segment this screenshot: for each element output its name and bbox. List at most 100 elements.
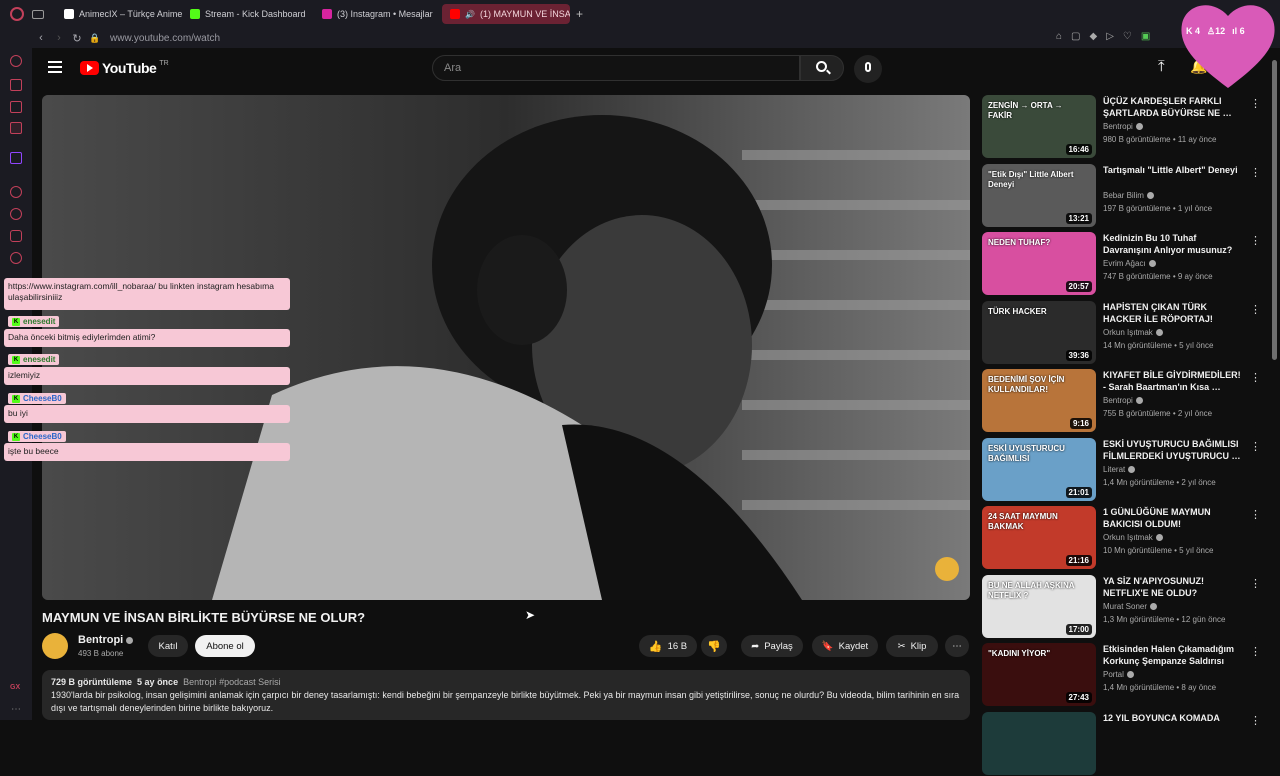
recommendation-title[interactable]: HAPİSTEN ÇIKAN TÜRK HACKER İLE RÖPORTAJ!: [1103, 301, 1243, 325]
recommendation-item[interactable]: "KADINI YİYOR" 27:43 Etkisinden Halen Çıka…: [982, 643, 1272, 707]
recommendation-thumbnail[interactable]: TÜRK HACKER 39:36: [982, 301, 1096, 364]
upload-icon[interactable]: ⤒: [1158, 58, 1165, 75]
sidebar-settings-icon[interactable]: [10, 252, 22, 264]
recommendation-item[interactable]: TÜRK HACKER 39:36 HAPİSTEN ÇIKAN TÜRK HACK…: [982, 301, 1272, 365]
more-options-icon[interactable]: ⋮: [1250, 97, 1261, 110]
mouse-cursor-icon: ➤: [525, 608, 536, 622]
more-options-icon[interactable]: ⋮: [1250, 234, 1261, 247]
recommendation-title[interactable]: Tartışmalı "Little Albert" Deneyi: [1103, 164, 1243, 176]
recommendation-title[interactable]: Kedinizin Bu 10 Tuhaf Davranışını Anlıyo…: [1103, 232, 1243, 256]
extension-badge-icon[interactable]: ▣: [1141, 31, 1150, 42]
sidebar-more-icon[interactable]: ⋯: [11, 704, 21, 715]
more-options-icon[interactable]: ⋮: [1250, 166, 1261, 179]
recommendation-title[interactable]: ESKİ UYUŞTURUCU BAĞIMLISI FİLMLERDEKİ UY…: [1103, 438, 1243, 462]
recommendation-item[interactable]: NEDEN TUHAF? 20:57 Kedinizin Bu 10 Tuhaf D…: [982, 232, 1272, 296]
pin-icon[interactable]: ⌂: [1056, 31, 1062, 42]
recommendation-title[interactable]: YA SİZ N'APIYOSUNUZ! NETFLIX'E NE OLDU?: [1103, 575, 1243, 599]
search-button[interactable]: [800, 55, 844, 81]
browser-logo-icon[interactable]: [10, 7, 24, 21]
recommendation-item[interactable]: BU NE ALLAH AŞKINA NETFLIX ? 17:00 YA SİZ …: [982, 575, 1272, 639]
recommendation-thumbnail[interactable]: "KADINI YİYOR" 27:43: [982, 643, 1096, 706]
sidebar-clock-icon[interactable]: [10, 208, 22, 220]
recommendation-thumbnail[interactable]: NEDEN TUHAF? 20:57: [982, 232, 1096, 295]
more-options-icon[interactable]: ⋮: [1250, 714, 1261, 727]
recommendation-thumbnail[interactable]: [982, 712, 1096, 775]
dislike-button[interactable]: 👎: [701, 635, 727, 657]
recommendation-channel[interactable]: Bebar Bilim: [1103, 191, 1154, 200]
sidebar-gx-icon[interactable]: GX: [10, 684, 20, 691]
youtube-logo[interactable]: YouTube TR: [80, 60, 169, 76]
sidebar-twitch-icon[interactable]: [10, 152, 22, 164]
sidebar-box-icon[interactable]: [10, 230, 22, 242]
channel-name[interactable]: Bentropi: [78, 634, 134, 646]
workspaces-icon[interactable]: [32, 9, 44, 19]
recommendation-thumbnail[interactable]: BU NE ALLAH AŞKINA NETFLIX ? 17:00: [982, 575, 1096, 638]
recommendation-channel[interactable]: Portal: [1103, 670, 1134, 679]
more-actions-button[interactable]: ⋯: [945, 635, 969, 657]
like-button[interactable]: 👍 16 B: [639, 635, 697, 657]
recommendation-item[interactable]: 12 YIL BOYUNCA KOMADA ⋮: [982, 712, 1272, 776]
recommendation-channel[interactable]: Orkun Işıtmak: [1103, 533, 1163, 542]
description-box[interactable]: 729 B görüntüleme 5 ay önce Bentropi #po…: [42, 670, 970, 720]
tab-animecix[interactable]: AnimecIX – Türkçe Anime …: [56, 4, 182, 24]
recommendation-thumbnail[interactable]: BEDENİMİ ŞOV İÇİN KULLANDILAR! 9:16: [982, 369, 1096, 432]
sidebar-messenger-icon[interactable]: [10, 122, 22, 134]
hamburger-menu-icon[interactable]: [48, 61, 62, 73]
shield-icon[interactable]: ◆: [1090, 31, 1098, 42]
search-input[interactable]: Ara: [432, 55, 800, 81]
more-options-icon[interactable]: ⋮: [1250, 440, 1261, 453]
forward-button[interactable]: ›: [50, 32, 68, 44]
channel-avatar[interactable]: [42, 633, 68, 659]
recommendation-item[interactable]: "Etik Dışı" Little Albert Deneyi 13:21 Tar…: [982, 164, 1272, 228]
page-scrollbar[interactable]: [1272, 60, 1277, 360]
voice-search-button[interactable]: [854, 55, 882, 83]
recommendation-item[interactable]: ZENGİN → ORTA → FAKİR 16:46 ÜÇÜZ KARDEŞLER…: [982, 95, 1272, 159]
more-options-icon[interactable]: ⋮: [1250, 577, 1261, 590]
tab-instagram[interactable]: (3) Instagram • Mesajlar: [314, 4, 442, 24]
more-options-icon[interactable]: ⋮: [1250, 508, 1261, 521]
more-options-icon[interactable]: ⋮: [1250, 645, 1261, 658]
speaker-icon[interactable]: 🔊: [465, 10, 475, 19]
new-tab-button[interactable]: +: [576, 7, 583, 21]
back-button[interactable]: ‹: [32, 32, 50, 44]
screenshot-icon[interactable]: ▢: [1071, 31, 1080, 42]
url-field[interactable]: www.youtube.com/watch: [110, 33, 220, 44]
clip-button[interactable]: ✂ Klip: [886, 635, 938, 657]
recommendation-channel[interactable]: Murat Soner: [1103, 602, 1158, 611]
recommendation-item[interactable]: 24 SAAT MAYMUN BAKMAK 21:16 1 GÜNLÜĞÜNE MA…: [982, 506, 1272, 570]
recommendation-thumbnail[interactable]: ZENGİN → ORTA → FAKİR 16:46: [982, 95, 1096, 158]
play-icon[interactable]: ▷: [1106, 31, 1114, 42]
recommendation-title[interactable]: 1 GÜNLÜĞÜNE MAYMUN BAKICISI OLDUM!: [1103, 506, 1243, 530]
join-button[interactable]: Katıl: [148, 635, 188, 657]
recommendation-title[interactable]: Etkisinden Halen Çıkamadığım Korkunç Şem…: [1103, 643, 1243, 667]
recommendation-channel[interactable]: Bentropi: [1103, 122, 1143, 131]
video-duration: 16:46: [1065, 144, 1092, 155]
video-player[interactable]: [42, 95, 970, 600]
reload-button[interactable]: ↻: [68, 32, 86, 45]
share-button[interactable]: ➦ Paylaş: [741, 635, 803, 657]
sidebar-cube-icon[interactable]: [10, 79, 22, 91]
tab-youtube-active[interactable]: 🔊 (1) MAYMUN VE İNSAN: [442, 4, 570, 24]
more-options-icon[interactable]: ⋮: [1250, 371, 1261, 384]
heart-outline-icon[interactable]: ♡: [1123, 31, 1132, 42]
save-button[interactable]: 🔖 Kaydet: [812, 635, 878, 657]
recommendation-item[interactable]: ESKİ UYUŞTURUCU BAĞIMLISI 21:01 ESKİ UYUŞT…: [982, 438, 1272, 502]
tab-kick-dashboard[interactable]: Stream - Kick Dashboard: [182, 4, 314, 24]
recommendation-meta: 14 Mn görüntüleme • 5 yıl önce: [1103, 341, 1214, 350]
recommendation-thumbnail[interactable]: ESKİ UYUŞTURUCU BAĞIMLISI 21:01: [982, 438, 1096, 501]
recommendation-channel[interactable]: Literat: [1103, 465, 1136, 474]
recommendation-title[interactable]: KIYAFET BİLE GİYDİRMEDİLER! - Sarah Baar…: [1103, 369, 1243, 393]
recommendation-title[interactable]: ÜÇÜZ KARDEŞLER FARKLI ŞARTLARDA BÜYÜRSE …: [1103, 95, 1243, 119]
recommendation-channel[interactable]: Evrim Ağacı: [1103, 259, 1156, 268]
recommendation-thumbnail[interactable]: "Etik Dışı" Little Albert Deneyi 13:21: [982, 164, 1096, 227]
sidebar-history-icon[interactable]: [10, 55, 22, 67]
recommendation-thumbnail[interactable]: 24 SAAT MAYMUN BAKMAK 21:16: [982, 506, 1096, 569]
sidebar-player-icon[interactable]: [10, 186, 22, 198]
more-options-icon[interactable]: ⋮: [1250, 303, 1261, 316]
recommendation-channel[interactable]: Bentropi: [1103, 396, 1143, 405]
subscribe-button[interactable]: Abone ol: [195, 635, 255, 657]
recommendation-item[interactable]: BEDENİMİ ŞOV İÇİN KULLANDILAR! 9:16 KIYAFE…: [982, 369, 1272, 433]
recommendation-title[interactable]: 12 YIL BOYUNCA KOMADA: [1103, 712, 1243, 724]
sidebar-gamepad-icon[interactable]: [10, 101, 22, 113]
recommendation-channel[interactable]: Orkun Işıtmak: [1103, 328, 1163, 337]
